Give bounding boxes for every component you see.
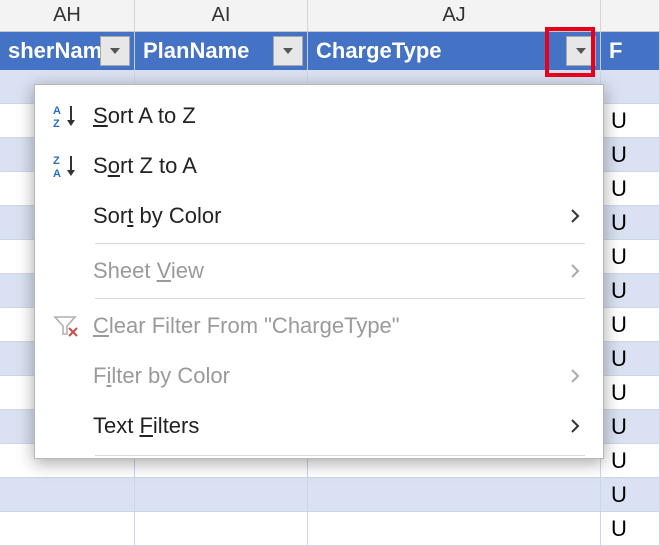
chevron-right-icon [563,263,587,279]
cell[interactable] [0,512,135,546]
cell[interactable]: U [601,376,660,410]
svg-text:A: A [53,105,61,117]
menu-separator [95,243,585,244]
column-letter-ak[interactable] [601,0,660,31]
cell[interactable]: U [601,206,660,240]
cell[interactable] [308,478,601,512]
filter-button-aj[interactable] [566,36,596,66]
svg-text:A: A [53,168,61,179]
filter-button-ai[interactable] [273,36,303,66]
header-label: ChargeType [316,38,442,64]
filter-dropdown-menu: A Z Sort A to Z Z A Sort Z to A Sort by … [34,84,604,459]
menu-separator [95,455,585,456]
cell[interactable]: U [601,138,660,172]
sort-za-icon: Z A [53,153,93,179]
column-letter-ah[interactable]: AH [0,0,135,31]
table-header-row: sherName PlanName ChargeType F [0,32,660,70]
menu-sort-by-color[interactable]: Sort by Color [35,191,603,241]
cell[interactable] [135,512,308,546]
cell[interactable]: U [601,104,660,138]
dropdown-icon [575,46,587,56]
header-label: PlanName [143,38,249,64]
header-label: F [609,38,622,64]
cell[interactable]: U [601,410,660,444]
svg-text:Z: Z [53,155,60,167]
column-letter-aj[interactable]: AJ [308,0,601,31]
table-row: U [0,478,660,512]
menu-text-filters[interactable]: Text Filters [35,401,603,451]
cell[interactable]: U [601,342,660,376]
menu-label: Sort A to Z [93,103,563,129]
table-row: U [0,512,660,546]
filter-button-ah[interactable] [100,36,130,66]
clear-filter-icon [53,314,93,338]
cell[interactable]: U [601,478,660,512]
menu-sheet-view: Sheet View [35,246,603,296]
column-letter-row: AH AI AJ [0,0,660,32]
svg-text:Z: Z [53,118,60,129]
menu-label: Filter by Color [93,363,563,389]
cell[interactable]: U [601,512,660,546]
dropdown-icon [282,46,294,56]
cell[interactable] [601,70,660,104]
menu-label: Clear Filter From "ChargeType" [93,313,563,339]
chevron-right-icon [563,208,587,224]
menu-filter-by-color: Filter by Color [35,351,603,401]
sort-az-icon: A Z [53,103,93,129]
cell[interactable] [0,478,135,512]
cell[interactable]: U [601,308,660,342]
cell[interactable]: U [601,172,660,206]
header-cell-planname[interactable]: PlanName [135,32,308,70]
header-cell-chargetype[interactable]: ChargeType [308,32,601,70]
cell[interactable]: U [601,444,660,478]
menu-label: Sort Z to A [93,153,563,179]
header-label: sherName [8,38,114,64]
cell[interactable]: U [601,274,660,308]
chevron-right-icon [563,418,587,434]
menu-label: Text Filters [93,413,563,439]
menu-sort-za[interactable]: Z A Sort Z to A [35,141,603,191]
menu-separator [95,298,585,299]
header-cell-shername[interactable]: sherName [0,32,135,70]
menu-label: Sort by Color [93,203,563,229]
cell[interactable] [308,512,601,546]
cell[interactable]: U [601,240,660,274]
menu-clear-filter: Clear Filter From "ChargeType" [35,301,603,351]
chevron-right-icon [563,368,587,384]
dropdown-icon [109,46,121,56]
menu-sort-az[interactable]: A Z Sort A to Z [35,91,603,141]
cell[interactable] [135,478,308,512]
menu-label: Sheet View [93,258,563,284]
column-letter-ai[interactable]: AI [135,0,308,31]
header-cell-next[interactable]: F [601,32,660,70]
